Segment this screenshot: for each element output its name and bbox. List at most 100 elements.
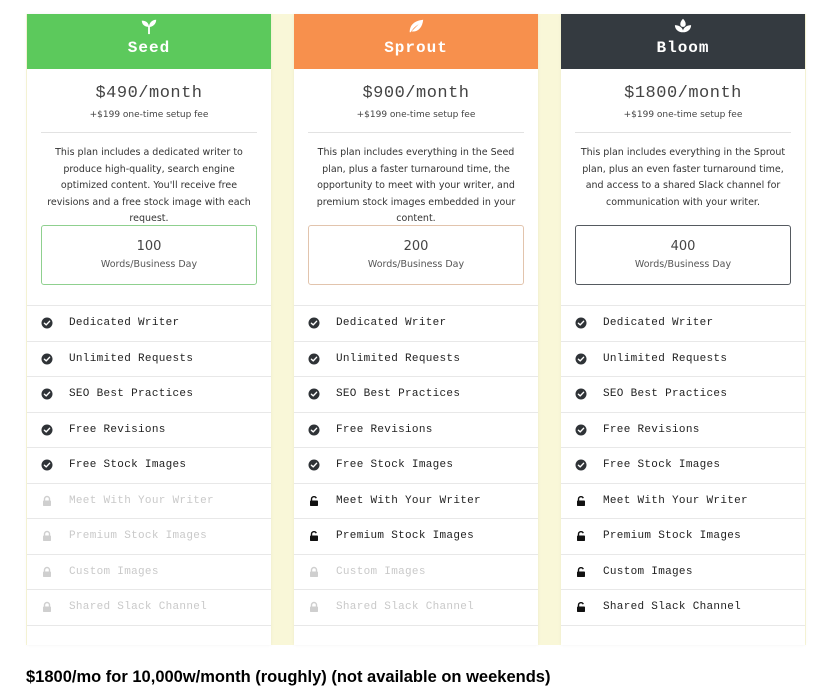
words-label: Words/Business Day: [100, 259, 198, 270]
feature-row: Premium Stock Images: [294, 519, 538, 555]
feature-row: Free Stock Images: [294, 448, 538, 484]
feature-label: Dedicated Writer: [603, 317, 714, 330]
words-per-day-box: 200 Words/Business Day: [308, 225, 524, 285]
feature-label: Shared Slack Channel: [336, 601, 475, 614]
feature-label: Free Revisions: [69, 423, 166, 436]
check-circle-icon: [41, 424, 53, 436]
feature-row: Premium Stock Images: [27, 519, 271, 555]
check-circle-icon: [41, 317, 53, 329]
unlock-icon: [575, 495, 587, 507]
feature-label: Custom Images: [69, 565, 159, 578]
feature-label: Meet With Your Writer: [336, 494, 481, 507]
plan-card-sprout: Sprout $900/month +$199 one-time setup f…: [294, 14, 538, 645]
feature-row: Dedicated Writer: [561, 306, 805, 342]
check-circle-icon: [41, 388, 53, 400]
feature-label: Free Stock Images: [336, 459, 454, 472]
words-count: 200: [403, 239, 429, 254]
unlock-icon: [308, 530, 320, 542]
feature-label: Premium Stock Images: [603, 530, 742, 543]
feature-label: Dedicated Writer: [69, 317, 180, 330]
unlock-icon: [575, 601, 587, 613]
plan-name: Seed: [127, 39, 171, 57]
feature-label: Premium Stock Images: [69, 530, 208, 543]
lock-icon: [41, 495, 53, 507]
lock-icon: [41, 530, 53, 542]
words-count: 400: [670, 239, 696, 254]
check-circle-icon: [575, 353, 587, 365]
plan-header: Sprout: [294, 14, 538, 69]
feature-row: Meet With Your Writer: [294, 484, 538, 519]
lock-icon: [308, 601, 320, 613]
feature-label: SEO Best Practices: [336, 388, 461, 401]
feature-label: SEO Best Practices: [603, 388, 728, 401]
caption-note: $1800/mo for 10,000w/month (roughly) (no…: [26, 668, 551, 686]
check-circle-icon: [41, 459, 53, 471]
plan-name: Bloom: [656, 39, 710, 57]
plan-description: This plan includes a dedicated writer to…: [47, 147, 251, 224]
feature-row: Premium Stock Images: [561, 519, 805, 555]
feature-label: Custom Images: [336, 565, 426, 578]
feature-row: Free Revisions: [561, 413, 805, 448]
feature-label: Free Revisions: [336, 423, 433, 436]
feature-row: Shared Slack Channel: [561, 590, 805, 626]
check-circle-icon: [41, 353, 53, 365]
check-circle-icon: [575, 424, 587, 436]
plan-header: Bloom: [561, 14, 805, 69]
words-label: Words/Business Day: [367, 259, 465, 270]
feature-label: Free Stock Images: [603, 459, 721, 472]
plan-name: Sprout: [384, 39, 448, 57]
feature-list: Dedicated Writer Unlimited Requests SEO Be…: [294, 305, 538, 626]
leaf-icon: [294, 14, 538, 37]
lock-icon: [308, 566, 320, 578]
feature-label: Unlimited Requests: [336, 352, 461, 365]
check-circle-icon: [308, 317, 320, 329]
plan-price: $1800/month: [624, 84, 742, 103]
feature-label: Free Stock Images: [69, 459, 187, 472]
lock-icon: [41, 601, 53, 613]
plan-card-seed: Seed $490/month +$199 one-time setup fee…: [27, 14, 271, 645]
seedling-icon: [27, 14, 271, 37]
check-circle-icon: [308, 388, 320, 400]
feature-row: Custom Images: [561, 555, 805, 590]
check-circle-icon: [308, 353, 320, 365]
check-circle-icon: [575, 388, 587, 400]
lotus-icon: [561, 14, 805, 37]
plan-card-bloom: Bloom $1800/month +$199 one-time setup f…: [561, 14, 805, 645]
words-label: Words/Business Day: [634, 259, 732, 270]
feature-label: SEO Best Practices: [69, 388, 194, 401]
check-circle-icon: [308, 424, 320, 436]
check-circle-icon: [575, 317, 587, 329]
feature-row: Unlimited Requests: [27, 342, 271, 377]
plan-price: $900/month: [362, 84, 470, 103]
feature-label: Premium Stock Images: [336, 530, 475, 543]
feature-label: Meet With Your Writer: [69, 494, 214, 507]
feature-label: Unlimited Requests: [603, 352, 728, 365]
feature-row: Shared Slack Channel: [27, 590, 271, 626]
feature-row: Meet With Your Writer: [561, 484, 805, 519]
feature-row: Custom Images: [27, 555, 271, 590]
feature-label: Shared Slack Channel: [603, 601, 742, 614]
feature-row: Meet With Your Writer: [27, 484, 271, 519]
check-circle-icon: [308, 459, 320, 471]
feature-row: SEO Best Practices: [27, 377, 271, 413]
feature-label: Free Revisions: [603, 423, 700, 436]
plan-description: This plan includes everything in the See…: [316, 147, 516, 224]
feature-row: Unlimited Requests: [561, 342, 805, 377]
plan-description: This plan includes everything in the Spr…: [580, 147, 786, 208]
words-count: 100: [136, 239, 162, 254]
feature-row: Unlimited Requests: [294, 342, 538, 377]
feature-row: Shared Slack Channel: [294, 590, 538, 626]
feature-row: Dedicated Writer: [27, 306, 271, 342]
plan-price: $490/month: [95, 84, 203, 103]
words-per-day-box: 100 Words/Business Day: [41, 225, 257, 285]
feature-row: SEO Best Practices: [561, 377, 805, 413]
feature-list: Dedicated Writer Unlimited Requests SEO Be…: [561, 305, 805, 626]
feature-label: Unlimited Requests: [69, 352, 194, 365]
unlock-icon: [575, 566, 587, 578]
feature-row: Free Revisions: [294, 413, 538, 448]
unlock-icon: [575, 530, 587, 542]
feature-row: Dedicated Writer: [294, 306, 538, 342]
feature-row: Free Stock Images: [561, 448, 805, 484]
words-per-day-box: 400 Words/Business Day: [575, 225, 791, 285]
feature-row: Custom Images: [294, 555, 538, 590]
